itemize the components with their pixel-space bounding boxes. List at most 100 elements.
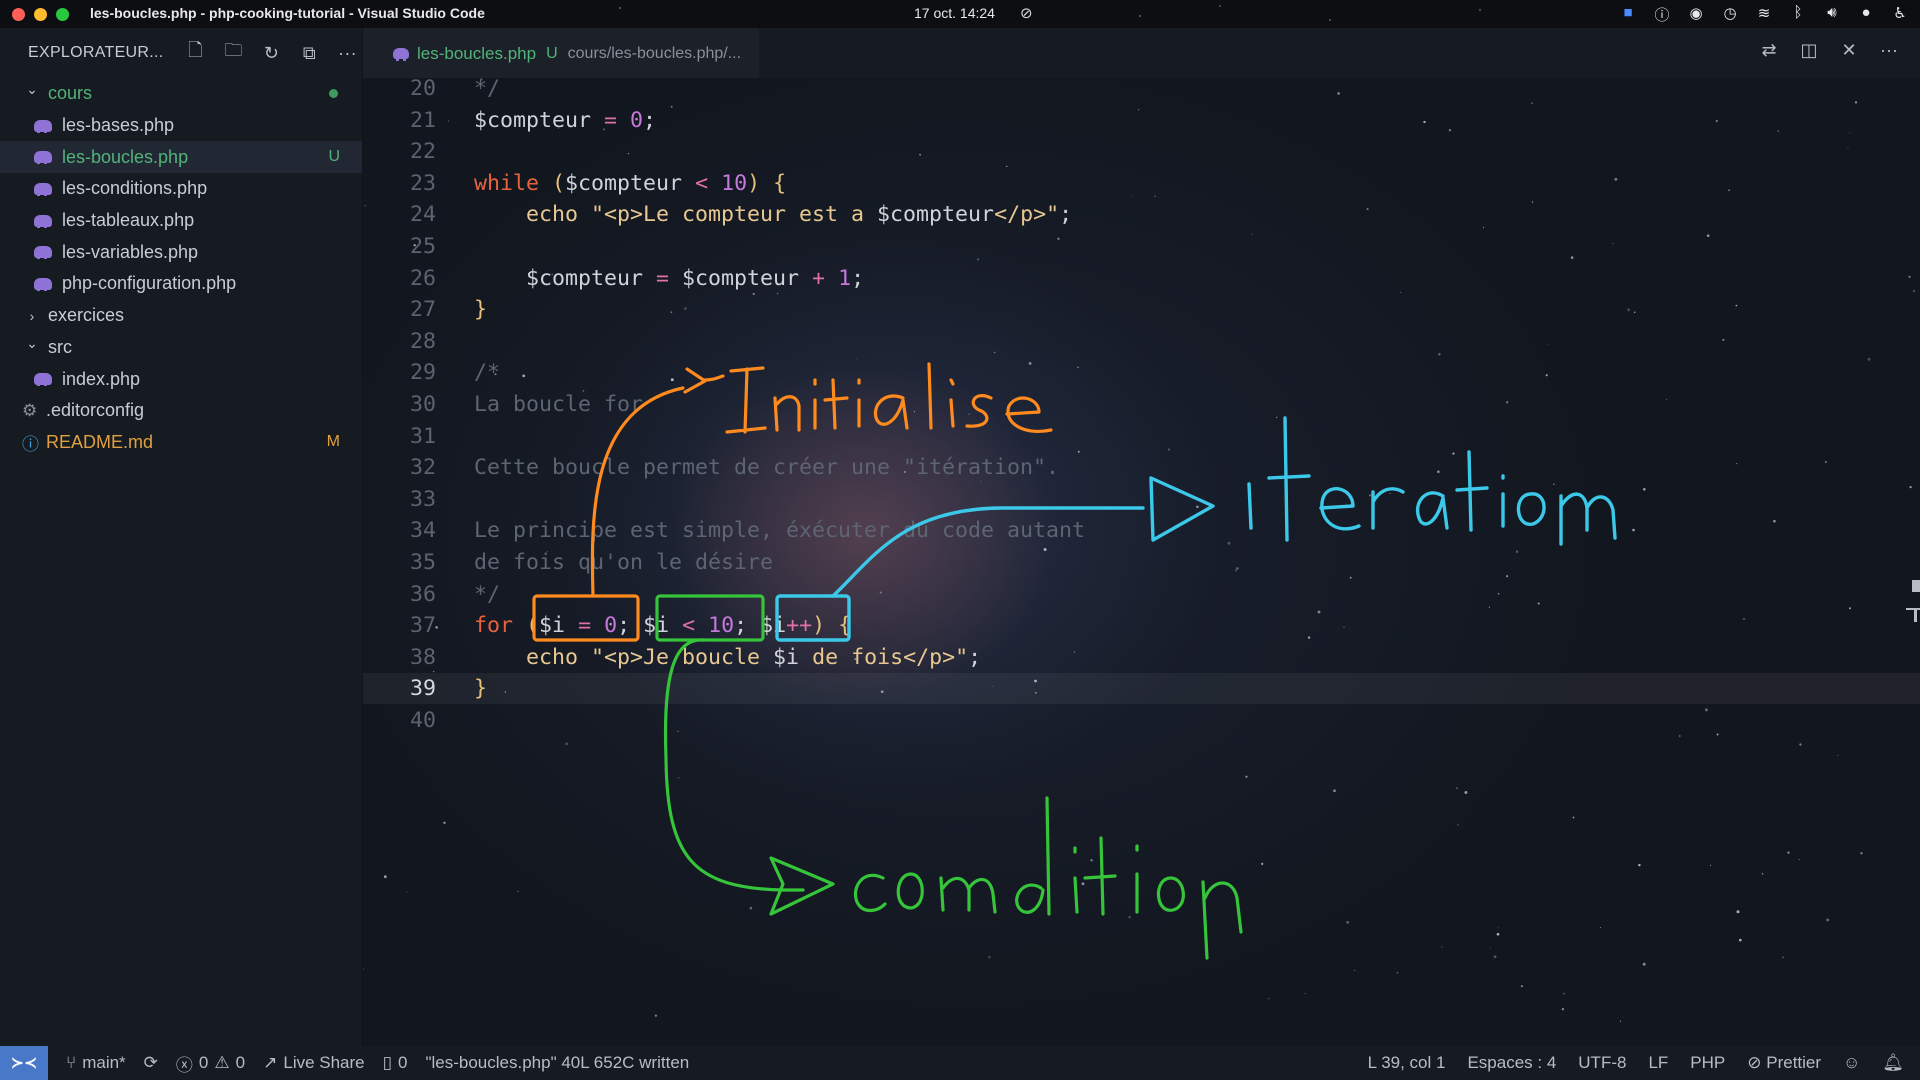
more-icon[interactable]: ···	[1878, 40, 1900, 61]
cursor-position[interactable]: L 39, col 1	[1368, 1053, 1446, 1073]
handwritten-annotations	[532, 362, 1617, 960]
php-file-icon	[34, 277, 52, 291]
tree-item[interactable]: les-boucles.php U	[0, 141, 362, 174]
notifications-icon[interactable]: 🔔︎	[1882, 1053, 1904, 1073]
tree-item-label: README.md	[46, 431, 154, 452]
sync-icon: ⟳	[143, 1053, 158, 1072]
php-file-icon	[34, 182, 52, 196]
tree-item[interactable]: les-tableaux.php	[0, 205, 362, 237]
editor-actions: ⇄ ◫ ✕ ···	[1758, 40, 1900, 61]
php-file-icon	[34, 246, 52, 260]
collapse-all-icon[interactable]: ⧉	[298, 41, 322, 65]
editor-group: les-boucles.php U cours/les-boucles.php/…	[363, 27, 1920, 1046]
more-icon[interactable]: ···	[336, 41, 360, 65]
php-file-icon	[34, 119, 52, 133]
tree-item[interactable]: › exercices	[0, 300, 362, 332]
error-icon: ⓧ	[175, 1055, 193, 1075]
file-tree: ⌄ cours les-bases.php les-boucles.php Ules-c…	[0, 78, 362, 458]
iteration-handwriting	[1247, 416, 1617, 546]
chevron-right-icon[interactable]: ›	[24, 308, 40, 324]
live-share-icon: ↗	[263, 1053, 278, 1072]
prettier-icon: ⊘	[1747, 1053, 1762, 1072]
do-not-disturb-icon[interactable]: ⊘	[1020, 4, 1033, 22]
timer-icon[interactable]: ◷	[1720, 4, 1740, 25]
tree-item[interactable]: les-conditions.php	[0, 173, 362, 205]
tree-item-label: les-bases.php	[62, 115, 175, 136]
prettier-status[interactable]: ⊘ Prettier	[1747, 1053, 1821, 1073]
end-of-line[interactable]: LF	[1648, 1053, 1668, 1073]
bluetooth-icon[interactable]: ᛒ	[1788, 4, 1808, 25]
code-editor[interactable]: 20 */21 $compteur = 0; 22 23 while ($compteur…	[363, 78, 1920, 1046]
tree-item-label: .editorconfig	[46, 400, 145, 421]
branch-label: main*	[82, 1053, 126, 1072]
wifi-icon[interactable]: ≋	[1754, 4, 1774, 25]
workbench: EXPLORATEUR... 🗋︎ 🗀︎ ↻ ⧉ ··· ⌄ cours les-b…	[0, 27, 1920, 1046]
status-message: "les-boucles.php" 40L 652C written	[425, 1053, 689, 1073]
encoding[interactable]: UTF-8	[1578, 1053, 1626, 1073]
branch-indicator[interactable]: ⑂ main*	[66, 1053, 126, 1073]
new-file-icon[interactable]: 🗋︎	[184, 40, 208, 65]
tree-item-label: les-conditions.php	[62, 178, 208, 199]
condition-box	[655, 594, 765, 642]
php-file-icon	[393, 48, 409, 61]
live-share-label: Live Share	[283, 1053, 365, 1072]
info-icon: ⓘ	[22, 434, 39, 454]
info-icon[interactable]: ⓘ	[1652, 4, 1672, 25]
split-editor-icon[interactable]: ◫	[1798, 40, 1820, 61]
tree-item[interactable]: les-variables.php	[0, 236, 362, 268]
tree-item-label: exercices	[48, 305, 125, 326]
tree-item-label: php-configuration.php	[62, 273, 237, 294]
compare-icon[interactable]: ⇄	[1758, 40, 1780, 61]
explorer-header: EXPLORATEUR... 🗋︎ 🗀︎ ↻ ⧉ ···	[0, 28, 362, 78]
close-window-button[interactable]	[12, 7, 25, 21]
ports-indicator[interactable]: ▯ 0	[383, 1053, 408, 1073]
tree-item[interactable]: ⌄ cours	[0, 78, 362, 110]
chevron-down-icon[interactable]: ⌄	[24, 335, 40, 352]
refresh-icon[interactable]: ↻	[260, 41, 284, 65]
tab-les-boucles[interactable]: les-boucles.php U cours/les-boucles.php/…	[363, 27, 760, 79]
volume-icon[interactable]: 🔊︎	[1822, 4, 1842, 25]
tree-item[interactable]: les-bases.php	[0, 110, 362, 142]
language-mode[interactable]: PHP	[1690, 1053, 1725, 1073]
remote-indicator-button[interactable]: ≻≺	[0, 1046, 48, 1080]
zoom-icon[interactable]: ■	[1618, 4, 1638, 25]
tree-item-label: les-boucles.php	[62, 146, 189, 167]
tab-label: les-boucles.php	[417, 43, 537, 63]
chrome-icon[interactable]: ◉	[1686, 4, 1706, 25]
feedback-icon[interactable]: ☺	[1843, 1053, 1860, 1073]
git-status-badge: U	[328, 148, 340, 166]
tree-item[interactable]: ⚙ .editorconfig	[0, 395, 362, 427]
iteration-arrowhead	[1149, 476, 1215, 542]
menubar-tray: ■ ⓘ ◉ ◷ ≋ ᛒ 🔊︎ ● ♿︎	[1618, 4, 1910, 25]
explorer-sidebar: EXPLORATEUR... 🗋︎ 🗀︎ ↻ ⧉ ··· ⌄ cours les-b…	[0, 28, 363, 1046]
git-branch-icon: ⑂	[66, 1053, 77, 1072]
indentation[interactable]: Espaces : 4	[1467, 1053, 1556, 1073]
status-bar: ≻≺ ⑂ main* ⟳ ⓧ 0 ⚠ 0 ↗ Live Share ▯ 0 "l…	[0, 1046, 1920, 1080]
tree-item[interactable]: ⌄ src	[0, 332, 362, 364]
status-message-text: "les-boucles.php" 40L 652C written	[425, 1053, 690, 1072]
iteration-box	[775, 594, 851, 642]
tree-item[interactable]: php-configuration.php	[0, 268, 362, 300]
annotation-condition	[655, 594, 1243, 960]
initialise-arrow	[590, 386, 685, 598]
ports-count: 0	[398, 1053, 408, 1072]
zoom-window-button[interactable]	[56, 7, 69, 21]
gear-icon: ⚙	[22, 400, 38, 420]
tree-item[interactable]: index.php	[0, 363, 362, 395]
iteration-arrow	[831, 506, 1145, 598]
problems-indicator[interactable]: ⓧ 0 ⚠ 0	[176, 1051, 245, 1076]
tree-item-label: les-variables.php	[62, 241, 199, 262]
php-file-icon	[34, 151, 52, 165]
live-share-button[interactable]: ↗ Live Share	[263, 1053, 365, 1073]
tree-item[interactable]: ⓘ README.md M	[0, 427, 362, 459]
tab-path: cours/les-boucles.php/...	[567, 44, 742, 62]
sync-button[interactable]: ⟳	[144, 1053, 158, 1073]
mic-icon[interactable]: ●	[1856, 4, 1876, 25]
menubar-clock[interactable]: 17 oct. 14:24	[914, 5, 995, 21]
git-status-badge: M	[326, 433, 340, 451]
accessibility-icon[interactable]: ♿︎	[1890, 4, 1910, 25]
close-icon[interactable]: ✕	[1838, 40, 1860, 61]
minimize-window-button[interactable]	[34, 7, 47, 21]
chevron-down-icon[interactable]: ⌄	[24, 81, 40, 98]
new-folder-icon[interactable]: 🗀︎	[222, 40, 246, 65]
